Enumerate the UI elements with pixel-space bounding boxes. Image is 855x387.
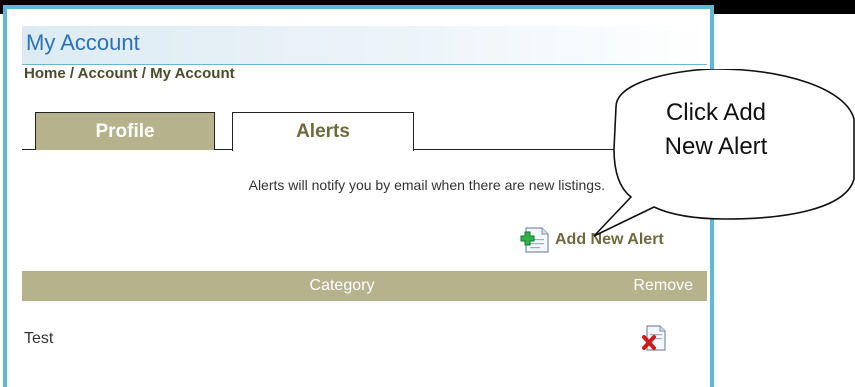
breadcrumb-separator: / [137,65,151,82]
column-header-category: Category [309,277,375,294]
title-bar: My Account [22,26,707,65]
page-title: My Account [26,30,140,55]
alert-row-category: Test [24,330,54,347]
remove-alert-button[interactable] [641,324,669,357]
breadcrumb-separator: / [65,65,78,82]
alerts-info-text: Alerts will notify you by email when the… [248,177,605,193]
breadcrumb: Home / Account / My Account [24,65,235,82]
callout-line-2: New Alert [664,133,768,160]
tab-profile[interactable]: Profile [35,112,215,150]
callout-text: Click Add New Alert [618,96,814,164]
breadcrumb-current: My Account [150,65,235,82]
remove-document-icon [642,325,666,351]
breadcrumb-home[interactable]: Home [24,65,66,82]
callout-line-1: Click Add [665,99,767,126]
add-document-icon [520,227,549,253]
breadcrumb-account[interactable]: Account [78,65,138,82]
tab-alerts[interactable]: Alerts [232,112,414,151]
